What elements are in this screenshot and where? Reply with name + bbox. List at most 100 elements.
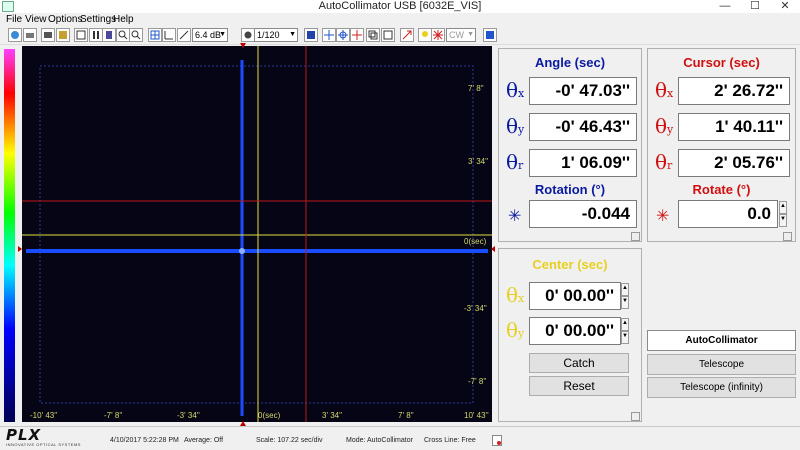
- minimize-button[interactable]: —: [710, 0, 740, 13]
- target-icon[interactable]: [336, 28, 350, 42]
- center-title: Center (sec): [532, 257, 608, 272]
- cursor-r-value[interactable]: 2' 05.76'': [678, 149, 790, 177]
- center-x-value[interactable]: 0' 00.00'': [529, 282, 621, 310]
- theta-y-symbol: θy: [506, 114, 525, 138]
- menu-file[interactable]: File: [6, 13, 22, 27]
- y-tick-label: 0(sec): [464, 237, 487, 246]
- grid-icon[interactable]: [148, 28, 162, 42]
- rotate-label: Rotate (°): [692, 182, 751, 197]
- angle-title: Angle (sec): [534, 55, 606, 70]
- theta-x-symbol: θx: [655, 78, 674, 102]
- x-tick-label: -10' 43'': [30, 411, 58, 420]
- display-icon[interactable]: [74, 28, 88, 42]
- x-tick-label: 10' 43'': [464, 411, 489, 420]
- theta-x-symbol: θx: [506, 283, 525, 307]
- cursor-y-value[interactable]: 1' 40.11'': [678, 113, 790, 141]
- y-tick-label: -7' 8'': [468, 377, 487, 386]
- catch-button[interactable]: Catch: [529, 353, 629, 373]
- y-tick-label: 7' 8'': [468, 84, 484, 93]
- beam-svg: [22, 46, 492, 422]
- panel-resize-icon[interactable]: [631, 232, 640, 241]
- save-icon[interactable]: [56, 28, 70, 42]
- x-tick-label: 3' 34'': [322, 411, 343, 420]
- rotate-value[interactable]: 0.0: [678, 200, 778, 228]
- zoom-in-icon[interactable]: [116, 28, 130, 42]
- theta-r-symbol: θr: [506, 150, 524, 174]
- layout-icon[interactable]: [304, 28, 318, 42]
- gain-icon: [177, 28, 191, 42]
- rate-select[interactable]: 1/120 ▼: [254, 28, 298, 42]
- angle-r-value: 1' 06.09'': [529, 149, 637, 177]
- autocollimator-mode-button[interactable]: AutoCollimator: [647, 330, 796, 351]
- plx-logo: PLX INNOVATIVE OPTICAL SYSTEMS: [6, 426, 81, 448]
- status-scale: Scale: 107.22 sec/div: [256, 437, 323, 444]
- center-y-value[interactable]: 0' 00.00'': [529, 317, 621, 345]
- x-tick-label: 0(sec): [258, 411, 281, 420]
- light-icon[interactable]: [418, 28, 432, 42]
- telescope-infinity-mode-button[interactable]: Telescope (infinity): [647, 377, 796, 398]
- center-x-up-button[interactable]: ▲: [621, 283, 629, 296]
- crosshair-icon[interactable]: [322, 28, 336, 42]
- y-marker-right: [491, 246, 495, 252]
- center-y-down-button[interactable]: ▼: [621, 331, 629, 344]
- window-icon[interactable]: [381, 28, 395, 42]
- mode-select[interactable]: CW ▼: [446, 28, 476, 42]
- x-tick-label: -3' 34'': [177, 411, 200, 420]
- cursor-target-icon[interactable]: [350, 28, 364, 42]
- beam-center: [239, 248, 245, 254]
- camera-icon[interactable]: [41, 28, 55, 42]
- theta-y-symbol: θy: [655, 114, 674, 138]
- cursor-x-value[interactable]: 2' 26.72'': [678, 77, 790, 105]
- connect-icon[interactable]: [8, 28, 22, 42]
- maximize-button[interactable]: ☐: [740, 0, 770, 13]
- gain-select[interactable]: 6.4 dB ▼: [192, 28, 228, 42]
- center-y-up-button[interactable]: ▲: [621, 318, 629, 331]
- status-mode: Mode: AutoCollimator: [346, 437, 413, 444]
- menu-view[interactable]: View: [25, 13, 47, 27]
- print-icon[interactable]: [23, 28, 37, 42]
- rotation-icon: ✳: [508, 208, 522, 225]
- menu-settings[interactable]: Settings: [80, 13, 116, 27]
- reset-button[interactable]: Reset: [529, 376, 629, 396]
- graph-icon[interactable]: [162, 28, 176, 42]
- panel-resize-icon[interactable]: [783, 232, 792, 241]
- x-marker-top: [240, 43, 246, 48]
- theta-x-symbol: θx: [506, 78, 525, 102]
- menu-options[interactable]: Options: [48, 13, 82, 27]
- x-axis: -10' 43'' -7' 8'' -3' 34'' 0(sec) 3' 34'…: [22, 407, 492, 423]
- status-crossline: Cross Line: Free: [424, 437, 476, 444]
- laser-icon[interactable]: [431, 28, 445, 42]
- center-x-down-button[interactable]: ▼: [621, 296, 629, 309]
- close-button[interactable]: ✕: [770, 0, 800, 13]
- intensity-colorbar: [4, 49, 15, 422]
- cursor-arrow-icon[interactable]: [400, 28, 414, 42]
- theta-y-symbol: θy: [506, 318, 525, 342]
- rotate-up-button[interactable]: ▲: [779, 201, 787, 214]
- status-average: Average: Off: [184, 437, 224, 444]
- y-tick-label: -3' 34'': [464, 304, 487, 313]
- telescope-mode-button[interactable]: Telescope: [647, 354, 796, 375]
- x-tick-label: -7' 8'': [104, 411, 123, 420]
- settings-gear-icon: [241, 28, 255, 42]
- rotate-down-button[interactable]: ▼: [779, 214, 787, 227]
- expand-icon[interactable]: [483, 28, 497, 42]
- angle-y-value: -0' 46.43'': [529, 113, 637, 141]
- pause-icon[interactable]: [89, 28, 103, 42]
- rotation-value: -0.044: [529, 200, 637, 228]
- cursor-title: Cursor (sec): [683, 55, 760, 70]
- window-title: AutoCollimator USB [6032E_VIS]: [318, 0, 482, 12]
- beam-display[interactable]: 7' 8'' 3' 34'' 0(sec) -3' 34'' -7' 8'': [22, 46, 492, 422]
- book-icon[interactable]: [102, 28, 116, 42]
- record-status-icon: [492, 435, 502, 446]
- y-marker-left: [18, 246, 22, 252]
- rotation-label: Rotation (°): [534, 182, 606, 197]
- copy-icon[interactable]: [366, 28, 380, 42]
- theta-r-symbol: θr: [655, 150, 673, 174]
- menu-help[interactable]: Help: [113, 13, 134, 27]
- x-tick-label: 7' 8'': [398, 411, 414, 420]
- rotate-icon: ✳: [656, 208, 670, 225]
- panel-resize-icon[interactable]: [631, 412, 640, 421]
- status-datetime: 4/10/2017 5:22:28 PM: [110, 437, 179, 444]
- y-tick-label: 3' 34'': [468, 157, 489, 166]
- zoom-out-icon[interactable]: [129, 28, 143, 42]
